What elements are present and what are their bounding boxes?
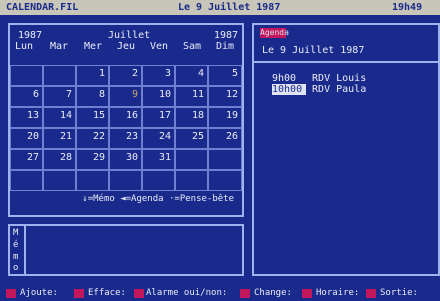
agenda-tab[interactable]: Agenda <box>260 28 289 38</box>
calendar-day-cell[interactable]: 14 <box>43 107 76 128</box>
memo-letter: é <box>13 240 19 250</box>
weekday-header: Lun <box>15 41 34 52</box>
agenda-appointment[interactable]: 9h00 RDV Louis <box>272 73 366 84</box>
action-exit[interactable]: Sortie: <box>380 286 418 301</box>
calendar-empty-cell <box>208 149 242 170</box>
calendar-day-cell[interactable]: 29 <box>76 149 109 170</box>
calendar-year-left: 1987 <box>18 30 43 41</box>
calendar-empty-cell <box>10 170 43 191</box>
calendar-empty-cell <box>43 65 76 86</box>
action-schedule[interactable]: Horaire: <box>316 286 359 301</box>
weekday-header: Ven <box>150 41 169 52</box>
title-bar: CALENDAR.FIL Le 9 Juillet 1987 19h49 <box>0 0 440 15</box>
function-key-marker <box>6 289 16 298</box>
function-key-marker <box>240 289 250 298</box>
calendar-empty-cell <box>175 170 208 191</box>
calendar-day-cell[interactable]: 3 <box>142 65 175 86</box>
calendar-empty-cell <box>109 170 142 191</box>
calendar-day-cell[interactable]: 18 <box>175 107 208 128</box>
calendar-empty-cell <box>76 170 109 191</box>
calendar-day-cell[interactable]: 23 <box>109 128 142 149</box>
memo-letter: m <box>13 252 19 262</box>
function-key-marker <box>74 289 84 298</box>
appointment-text: RDV Louis <box>312 73 367 84</box>
calendar-month: Juillet <box>108 30 151 41</box>
calendar-day-cell[interactable]: 30 <box>109 149 142 170</box>
calendar-day-cell[interactable]: 31 <box>142 149 175 170</box>
calendar-empty-cell <box>175 149 208 170</box>
calendar-day-cell[interactable]: 21 <box>43 128 76 149</box>
weekday-header: Mer <box>84 41 103 52</box>
calendar-day-cell[interactable]: 22 <box>76 128 109 149</box>
agenda-appointment-selected[interactable]: 10h00 RDV Paula <box>272 84 366 95</box>
calendar-day-cell[interactable]: 10 <box>142 86 175 107</box>
calendar-day-cell[interactable]: 8 <box>76 86 109 107</box>
function-key-marker <box>366 289 376 298</box>
calendar-empty-cell <box>10 65 43 86</box>
agenda-divider <box>254 61 438 63</box>
calendar-day-cell[interactable]: 26 <box>208 128 242 149</box>
memo-side-label: M é m o <box>10 226 26 274</box>
calendar-day-cell[interactable]: 2 <box>109 65 142 86</box>
agenda-panel: Agenda Le 9 Juillet 1987 9h00 RDV Louis … <box>252 23 440 276</box>
action-add[interactable]: Ajoute: <box>20 286 58 301</box>
calendar-grid: 1 2 3 4 5 6 7 8 9 10 11 12 13 14 15 16 17 18 19 20 21 22 23 24 2… <box>10 65 242 191</box>
calendar-day-cell[interactable]: 9 <box>109 86 142 107</box>
calendar-day-cell[interactable]: 6 <box>10 86 43 107</box>
calendar-day-cell[interactable]: 19 <box>208 107 242 128</box>
calendar-day-cell[interactable]: 13 <box>10 107 43 128</box>
calendar-panel: 1987 Juillet 1987 Lun Mar Mer Jeu Ven Sa… <box>8 23 244 217</box>
calendar-empty-cell <box>142 170 175 191</box>
calendar-day-cell[interactable]: 5 <box>208 65 242 86</box>
calendar-day-cell[interactable]: 28 <box>43 149 76 170</box>
action-change[interactable]: Change: <box>254 286 292 301</box>
calendar-day-cell[interactable]: 15 <box>76 107 109 128</box>
calendar-header: 1987 Juillet 1987 Lun Mar Mer Jeu Ven Sa… <box>10 25 242 65</box>
function-key-marker <box>134 289 144 298</box>
file-name: CALENDAR.FIL <box>6 2 79 13</box>
calendar-day-cell[interactable]: 24 <box>142 128 175 149</box>
calendar-day-cell[interactable]: 27 <box>10 149 43 170</box>
weekday-header: Mar <box>50 41 69 52</box>
calendar-day-cell[interactable]: 25 <box>175 128 208 149</box>
calendar-day-cell[interactable]: 20 <box>10 128 43 149</box>
agenda-date: Le 9 Juillet 1987 <box>262 45 365 56</box>
function-key-marker <box>302 289 312 298</box>
memo-letter: o <box>13 263 19 273</box>
memo-panel[interactable]: M é m o <box>8 224 244 276</box>
weekday-header: Jeu <box>117 41 136 52</box>
weekday-header: Sam <box>183 41 202 52</box>
calendar-day-cell[interactable]: 12 <box>208 86 242 107</box>
calendar-day-cell[interactable]: 7 <box>43 86 76 107</box>
appointment-text: RDV Paula <box>312 84 367 95</box>
memo-letter: M <box>13 228 19 238</box>
action-alarm[interactable]: Alarme oui/non: <box>146 286 227 301</box>
title-date: Le 9 Juillet 1987 <box>178 2 281 13</box>
calendar-day-cell[interactable]: 4 <box>175 65 208 86</box>
weekday-header: Dim <box>216 41 235 52</box>
calendar-day-cell[interactable]: 16 <box>109 107 142 128</box>
calendar-day-cell[interactable]: 1 <box>76 65 109 86</box>
calendar-year-right: 1987 <box>214 30 239 41</box>
action-delete[interactable]: Efface: <box>88 286 126 301</box>
appointment-time: 9h00 <box>272 73 297 84</box>
function-key-bar: Ajoute: Efface: Alarme oui/non: Change: … <box>0 286 440 301</box>
calendar-empty-cell <box>43 170 76 191</box>
calendar-legend: ↓=Mémo ◄=Agenda ·=Pense-bête <box>82 194 234 204</box>
calendar-day-cell[interactable]: 11 <box>175 86 208 107</box>
calendar-day-cell[interactable]: 17 <box>142 107 175 128</box>
calendar-empty-cell <box>208 170 242 191</box>
title-time: 19h49 <box>392 2 423 13</box>
appointment-time: 10h00 <box>272 84 306 95</box>
